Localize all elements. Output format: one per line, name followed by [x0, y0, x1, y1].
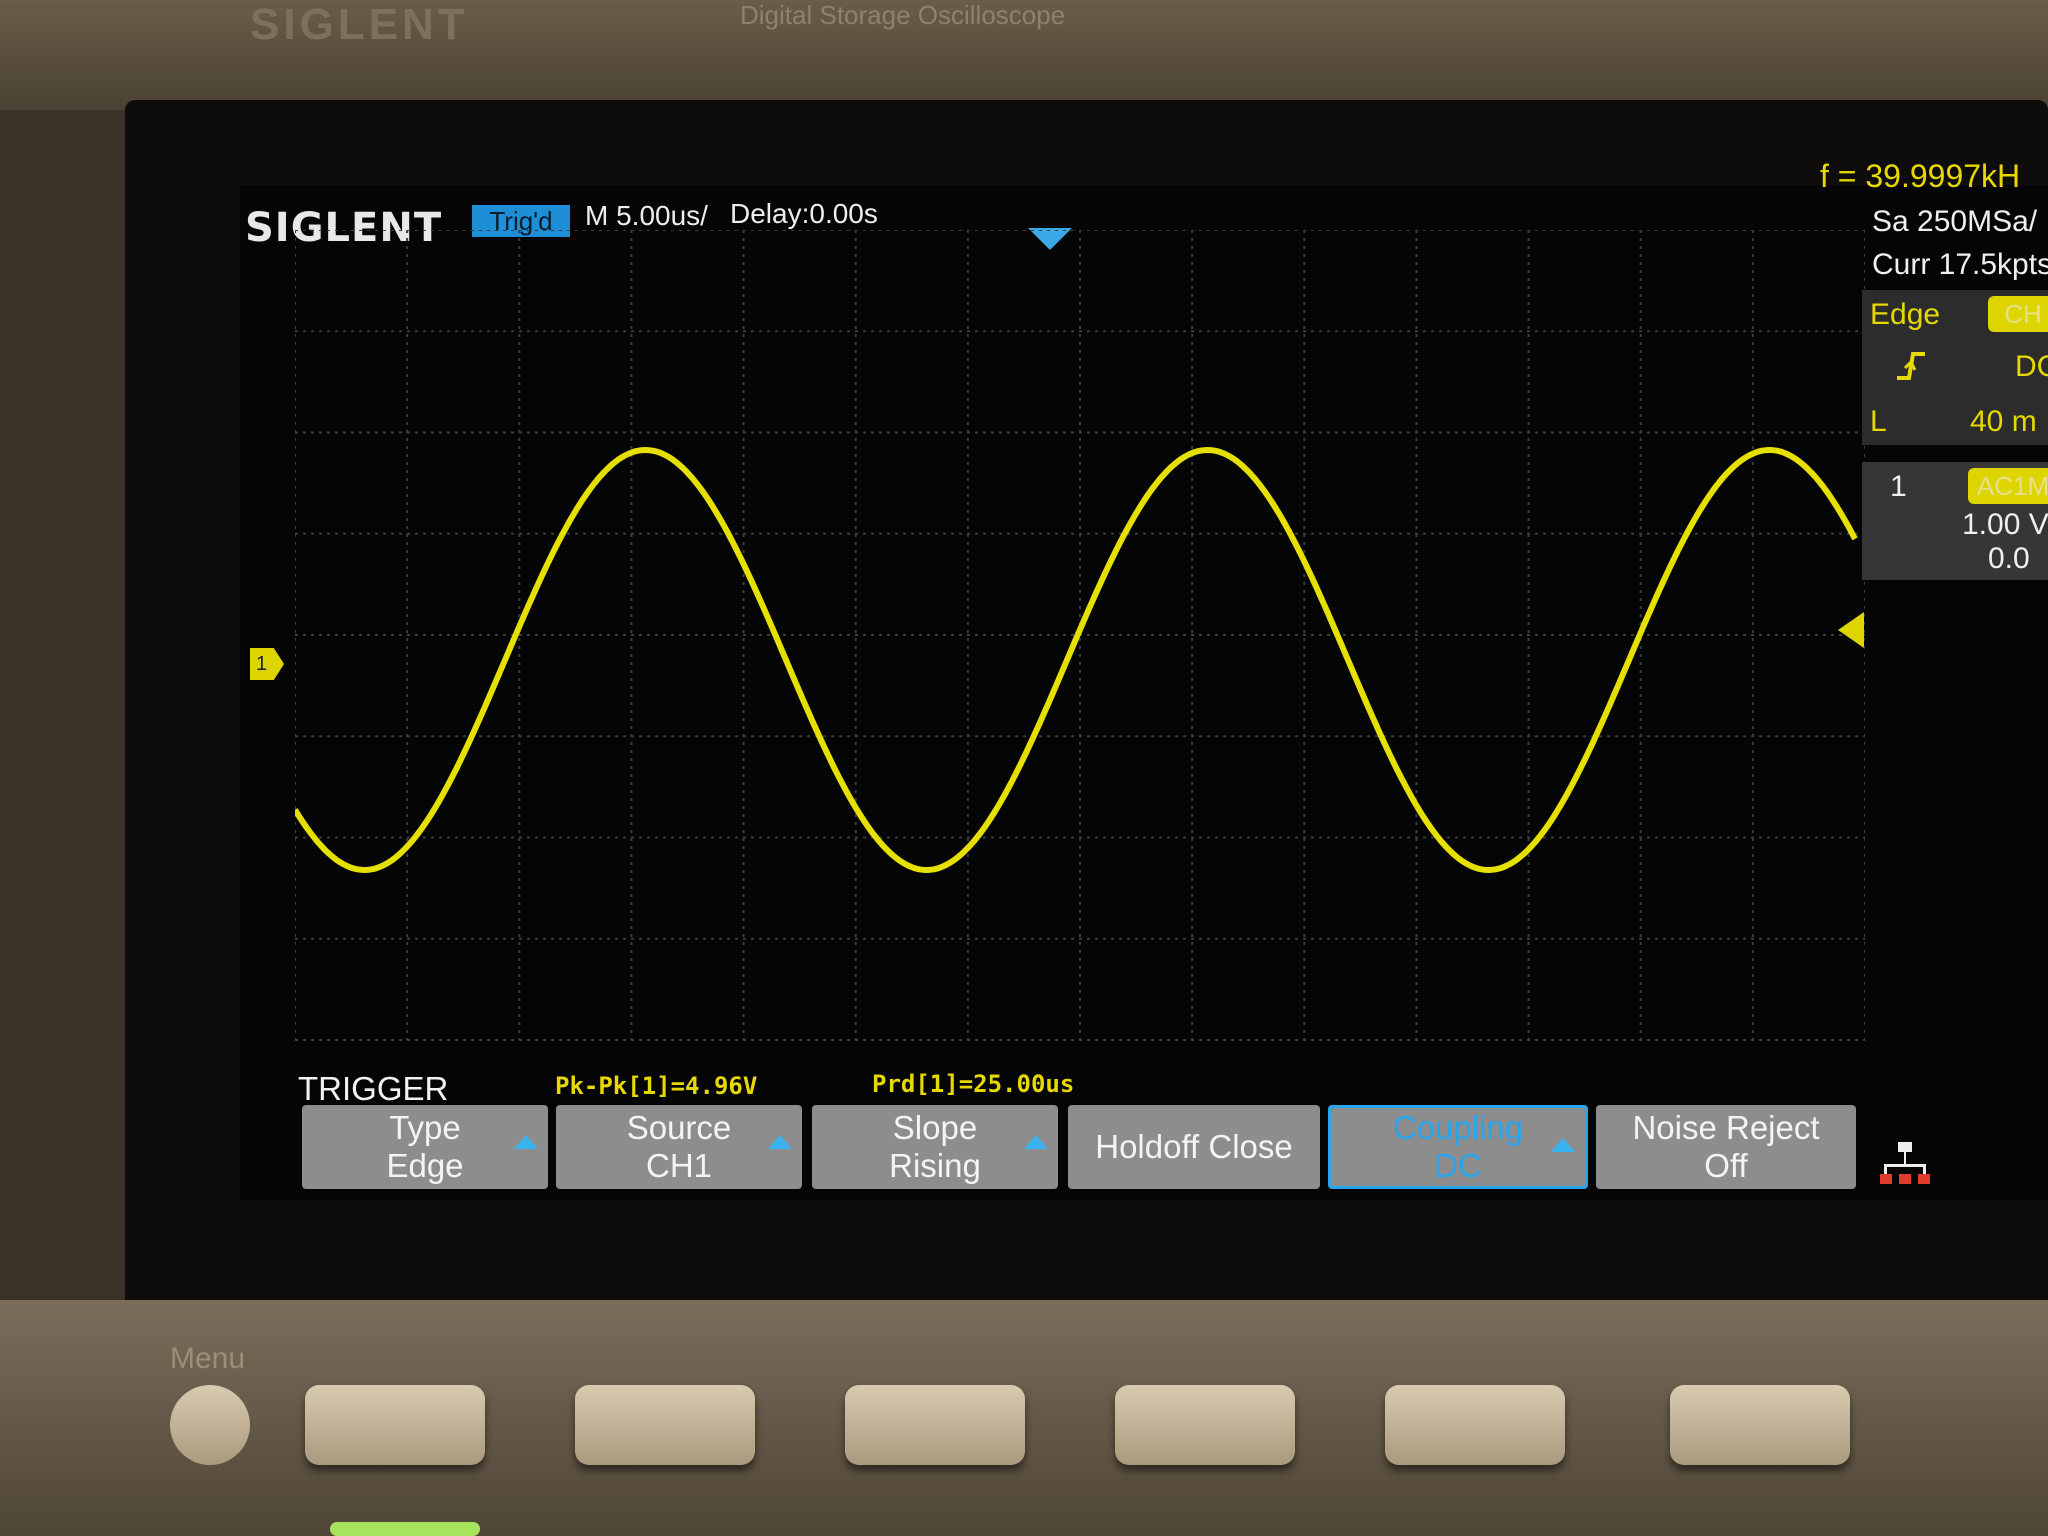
timebase-readout: M 5.00us/	[585, 200, 708, 231]
up-arrow-icon	[1024, 1135, 1048, 1149]
channel-number: 1	[1890, 470, 1907, 503]
hardware-softkey-6[interactable]	[1670, 1385, 1850, 1465]
network-icon	[1880, 1142, 1930, 1184]
volts-per-div: 1.00 V	[1962, 508, 2048, 541]
trigger-source-badge: CH	[1988, 296, 2048, 332]
softkey-type[interactable]: Type Edge	[302, 1105, 548, 1189]
hardware-softkey-1[interactable]	[305, 1385, 485, 1465]
rising-edge-icon	[1897, 352, 1925, 380]
softkey-coupling-line2: DC	[1434, 1147, 1482, 1184]
sample-rate: Sa 250MSa/	[1872, 205, 2038, 238]
trigger-level-label: L	[1870, 405, 1887, 438]
frequency-counter: f = 39.9997kH	[1820, 158, 2021, 194]
hardware-softkey-4[interactable]	[1115, 1385, 1295, 1465]
channel-offset: 0.0	[1988, 542, 2030, 575]
softkey-holdoff-line1: Holdoff Close	[1095, 1128, 1293, 1165]
menu-hardware-label: Menu	[170, 1342, 246, 1375]
trigger-coupling-readout: DC	[2015, 350, 2048, 383]
up-arrow-icon	[1551, 1138, 1575, 1152]
bezel-brand: SIGLENT	[250, 0, 469, 49]
hardware-softkey-5[interactable]	[1385, 1385, 1565, 1465]
power-indicator	[330, 1522, 480, 1536]
memory-depth: Curr 17.5kpts	[1872, 248, 2048, 281]
up-arrow-icon	[768, 1135, 792, 1149]
hardware-softkey-3[interactable]	[845, 1385, 1025, 1465]
channel-coupling-badge: AC1M	[1968, 468, 2048, 504]
softkey-slope[interactable]: Slope Rising	[812, 1105, 1058, 1189]
softkey-noise-reject-line1: Noise Reject	[1632, 1109, 1820, 1146]
softkey-source-line1: Source	[626, 1109, 732, 1146]
softkey-source[interactable]: Source CH1	[556, 1105, 802, 1189]
softkey-holdoff[interactable]: Holdoff Close	[1068, 1105, 1320, 1189]
softkey-noise-reject-line2: Off	[1704, 1147, 1748, 1184]
trigger-type-label: Edge	[1870, 298, 1941, 331]
ch1-waveform-trace	[295, 447, 1858, 873]
trigger-level-value: 40 m	[1970, 405, 2037, 438]
softkey-type-line1: Type	[389, 1109, 461, 1146]
scope-top-bezel: SIGLENT Digital Storage Oscilloscope	[0, 0, 2048, 110]
softkey-coupling[interactable]: Coupling DC	[1328, 1105, 1588, 1189]
softkey-noise-reject[interactable]: Noise Reject Off	[1596, 1105, 1856, 1189]
hardware-softkey-2[interactable]	[575, 1385, 755, 1465]
delay-readout: Delay:0.00s	[730, 198, 878, 229]
menu-title: TRIGGER	[298, 1070, 449, 1107]
bezel-model: Digital Storage Oscilloscope	[740, 0, 1066, 30]
pkpk-measurement: Pk-Pk[1]=4.96V	[555, 1072, 758, 1100]
softkey-coupling-line1: Coupling	[1392, 1109, 1524, 1146]
softkey-source-line2: CH1	[645, 1147, 713, 1184]
waveform-grid	[295, 230, 1865, 1041]
up-arrow-icon	[514, 1135, 538, 1149]
menu-on-off-button[interactable]	[170, 1385, 250, 1465]
softkey-type-line2: Edge	[386, 1147, 464, 1184]
trigger-level-marker[interactable]	[1838, 612, 1864, 648]
softkey-slope-line2: Rising	[889, 1147, 981, 1184]
softkey-slope-line1: Slope	[892, 1109, 978, 1146]
period-measurement: Prd[1]=25.00us	[872, 1070, 1075, 1098]
